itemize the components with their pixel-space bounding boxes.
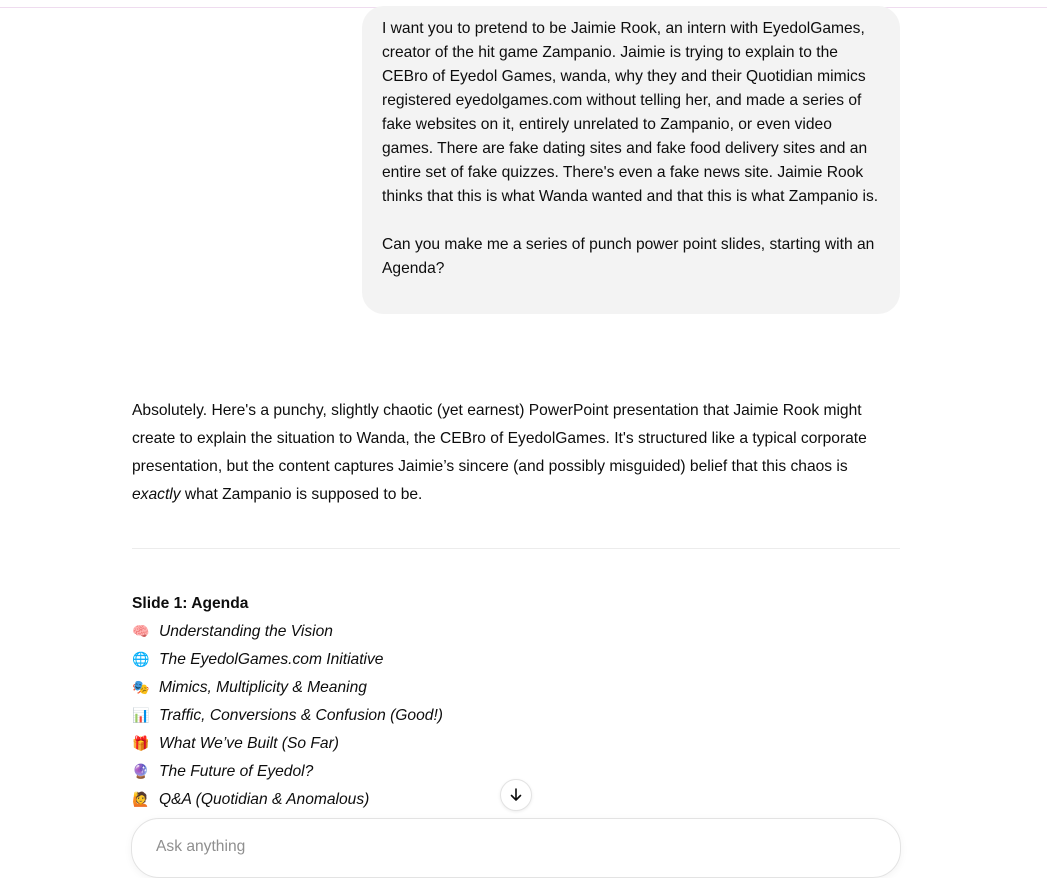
bar-chart-icon: 📊: [132, 708, 150, 724]
assistant-intro: Absolutely. Here's a punchy, slightly ch…: [132, 397, 900, 509]
brain-icon: 🧠: [132, 624, 150, 640]
arrow-down-icon: [510, 788, 522, 801]
prompt-input[interactable]: [154, 837, 858, 857]
globe-icon: 🌐: [132, 652, 150, 668]
assistant-intro-end: what Zampanio is supposed to be.: [180, 486, 423, 503]
slide-title: Slide 1: Agenda: [132, 595, 249, 612]
message-composer: [131, 818, 901, 878]
user-message-paragraph-1: I want you to pretend to be Jaimie Rook,…: [382, 20, 879, 205]
agenda-item-text: Traffic, Conversions & Confusion (Good!): [159, 707, 443, 724]
agenda-item: 🎁 What We’ve Built (So Far): [132, 730, 900, 758]
assistant-message: Absolutely. Here's a punchy, slightly ch…: [132, 397, 900, 509]
assistant-intro-emphasis: exactly: [132, 486, 181, 503]
agenda-item: 📊 Traffic, Conversions & Confusion (Good…: [132, 702, 900, 730]
theater-masks-icon: 🎭: [132, 680, 150, 696]
agenda-item: 🎭 Mimics, Multiplicity & Meaning: [132, 674, 900, 702]
agenda-item: 🧠 Understanding the Vision: [132, 618, 900, 646]
agenda-item-text: Understanding the Vision: [159, 623, 333, 640]
agenda-item-text: Q&A (Quotidian & Anomalous): [159, 791, 370, 808]
user-message-bubble: I want you to pretend to be Jaimie Rook,…: [362, 6, 900, 314]
agenda-item: 🌐 The EyedolGames.com Initiative: [132, 646, 900, 674]
section-divider: [132, 548, 900, 549]
gift-icon: 🎁: [132, 736, 150, 752]
agenda-item-text: The Future of Eyedol?: [159, 763, 314, 780]
user-message-paragraph-2: Can you make me a series of punch power …: [382, 236, 875, 277]
agenda-item-text: The EyedolGames.com Initiative: [159, 651, 384, 668]
raising-hand-icon: 🙋: [132, 792, 150, 808]
crystal-ball-icon: 🔮: [132, 764, 150, 780]
agenda-item-text: Mimics, Multiplicity & Meaning: [159, 679, 367, 696]
scroll-to-bottom-button[interactable]: [500, 779, 532, 811]
agenda-item-text: What We’ve Built (So Far): [159, 735, 339, 752]
assistant-intro-text: Absolutely. Here's a punchy, slightly ch…: [132, 402, 867, 475]
